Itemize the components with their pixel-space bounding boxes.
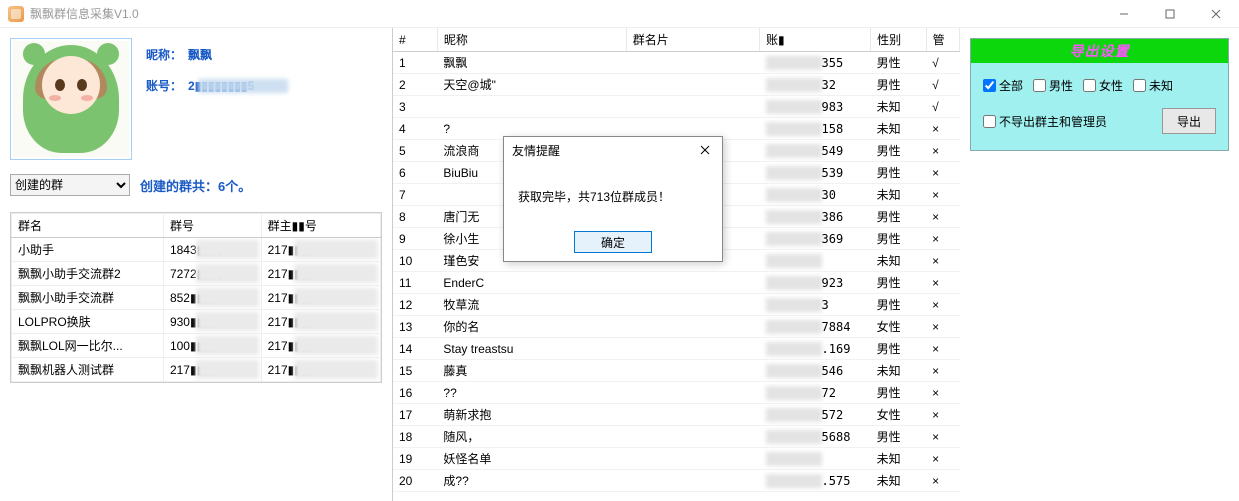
dialog-body: 获取完毕，共713位群成员！: [504, 164, 722, 223]
group-cell-name: LOLPRO换肤: [12, 310, 164, 334]
export-title: 导出设置: [971, 39, 1228, 63]
group-row[interactable]: 飘飘机器人测试群217▮▮▮▮217▮▮▮▮5: [12, 358, 381, 382]
dialog-close-button[interactable]: [696, 144, 714, 158]
group-row[interactable]: LOLPRO换肤930▮▮▮▮217▮▮▮▮5: [12, 310, 381, 334]
group-type-select[interactable]: 创建的群: [10, 174, 130, 196]
group-cell-owner: 217▮▮▮▮5: [261, 334, 380, 358]
export-opt-unknown[interactable]: 未知: [1133, 77, 1173, 94]
group-cell-id: 852▮▮▮▮: [163, 286, 261, 310]
group-cell-name: 飘飘小助手交流群: [12, 286, 164, 310]
group-col-name[interactable]: 群名: [12, 214, 164, 238]
group-cell-name: 小助手: [12, 238, 164, 262]
minimize-button[interactable]: [1101, 0, 1147, 27]
group-row[interactable]: 小助手1843▮▮▮▮217▮▮▮▮5: [12, 238, 381, 262]
export-check-all[interactable]: [983, 79, 996, 92]
window-controls: [1101, 0, 1239, 27]
group-col-owner[interactable]: 群主▮▮号: [261, 214, 380, 238]
group-cell-owner: 217▮▮▮▮5: [261, 286, 380, 310]
export-opt-male[interactable]: 男性: [1033, 77, 1073, 94]
group-table[interactable]: 群名 群号 群主▮▮号 小助手1843▮▮▮▮217▮▮▮▮5飘飘小助手交流群2…: [10, 212, 382, 383]
window-title: 飘飘群信息采集V1.0: [30, 5, 139, 22]
maximize-button[interactable]: [1147, 0, 1193, 27]
group-cell-name: 飘飘LOL网一比尔...: [12, 334, 164, 358]
dialog-title: 友情提醒: [512, 142, 560, 159]
group-cell-owner: 217▮▮▮▮5: [261, 238, 380, 262]
group-cell-name: 飘飘机器人测试群: [12, 358, 164, 382]
nickname-value: 飘飘: [188, 48, 212, 62]
group-cell-owner: 217▮▮▮▮5: [261, 262, 380, 286]
group-cell-id: 100▮▮▮▮3: [163, 334, 261, 358]
group-cell-id: 1843▮▮▮▮: [163, 238, 261, 262]
group-cell-id: 930▮▮▮▮: [163, 310, 261, 334]
group-cell-name: 飘飘小助手交流群2: [12, 262, 164, 286]
account-value: 2▮▮▮▮▮▮▮▮5: [188, 79, 254, 93]
export-opt-female[interactable]: 女性: [1083, 77, 1123, 94]
export-check-male[interactable]: [1033, 79, 1046, 92]
export-check-female[interactable]: [1083, 79, 1096, 92]
avatar: [10, 38, 132, 160]
group-row[interactable]: 飘飘小助手交流群852▮▮▮▮217▮▮▮▮5: [12, 286, 381, 310]
group-cell-id: 217▮▮▮▮: [163, 358, 261, 382]
group-row[interactable]: 飘飘LOL网一比尔...100▮▮▮▮3217▮▮▮▮5: [12, 334, 381, 358]
app-icon: [8, 6, 24, 22]
group-cell-owner: 217▮▮▮▮5: [261, 310, 380, 334]
export-opt-exclude[interactable]: 不导出群主和管理员: [983, 113, 1107, 130]
group-cell-owner: 217▮▮▮▮5: [261, 358, 380, 382]
left-pane: 昵称： 飘飘 账号： 2▮▮▮▮▮▮▮▮5 创建的群 创建的群共：6个。 群名 群号…: [0, 28, 392, 501]
account-label: 账号：: [146, 79, 182, 93]
group-row[interactable]: 飘飘小助手交流群27272▮▮▮▮217▮▮▮▮5: [12, 262, 381, 286]
export-check-unknown[interactable]: [1133, 79, 1146, 92]
group-count-text: 创建的群共：6个。: [140, 176, 251, 195]
export-panel: 导出设置 全部 男性 女性 未知 不导出群主和管理员 导出: [970, 38, 1229, 151]
dialog-ok-button[interactable]: 确定: [574, 231, 652, 253]
alert-dialog: 友情提醒 获取完毕，共713位群成员！ 确定: [503, 136, 723, 262]
title-bar: 飘飘群信息采集V1.0: [0, 0, 1239, 28]
profile-info: 昵称： 飘飘 账号： 2▮▮▮▮▮▮▮▮5: [146, 38, 254, 160]
group-col-id[interactable]: 群号: [163, 214, 261, 238]
group-cell-id: 7272▮▮▮▮: [163, 262, 261, 286]
export-opt-all[interactable]: 全部: [983, 77, 1023, 94]
right-pane: 导出设置 全部 男性 女性 未知 不导出群主和管理员 导出: [960, 28, 1239, 501]
dialog-overlay: 友情提醒 获取完毕，共713位群成员！ 确定: [393, 28, 960, 501]
export-button[interactable]: 导出: [1162, 108, 1216, 134]
export-check-exclude[interactable]: [983, 115, 996, 128]
close-button[interactable]: [1193, 0, 1239, 27]
nickname-label: 昵称：: [146, 48, 182, 62]
member-pane: # 昵称 群名片 账▮ 性别 管 1飘飘355男性√2天空@城"32男性√398…: [392, 28, 960, 501]
